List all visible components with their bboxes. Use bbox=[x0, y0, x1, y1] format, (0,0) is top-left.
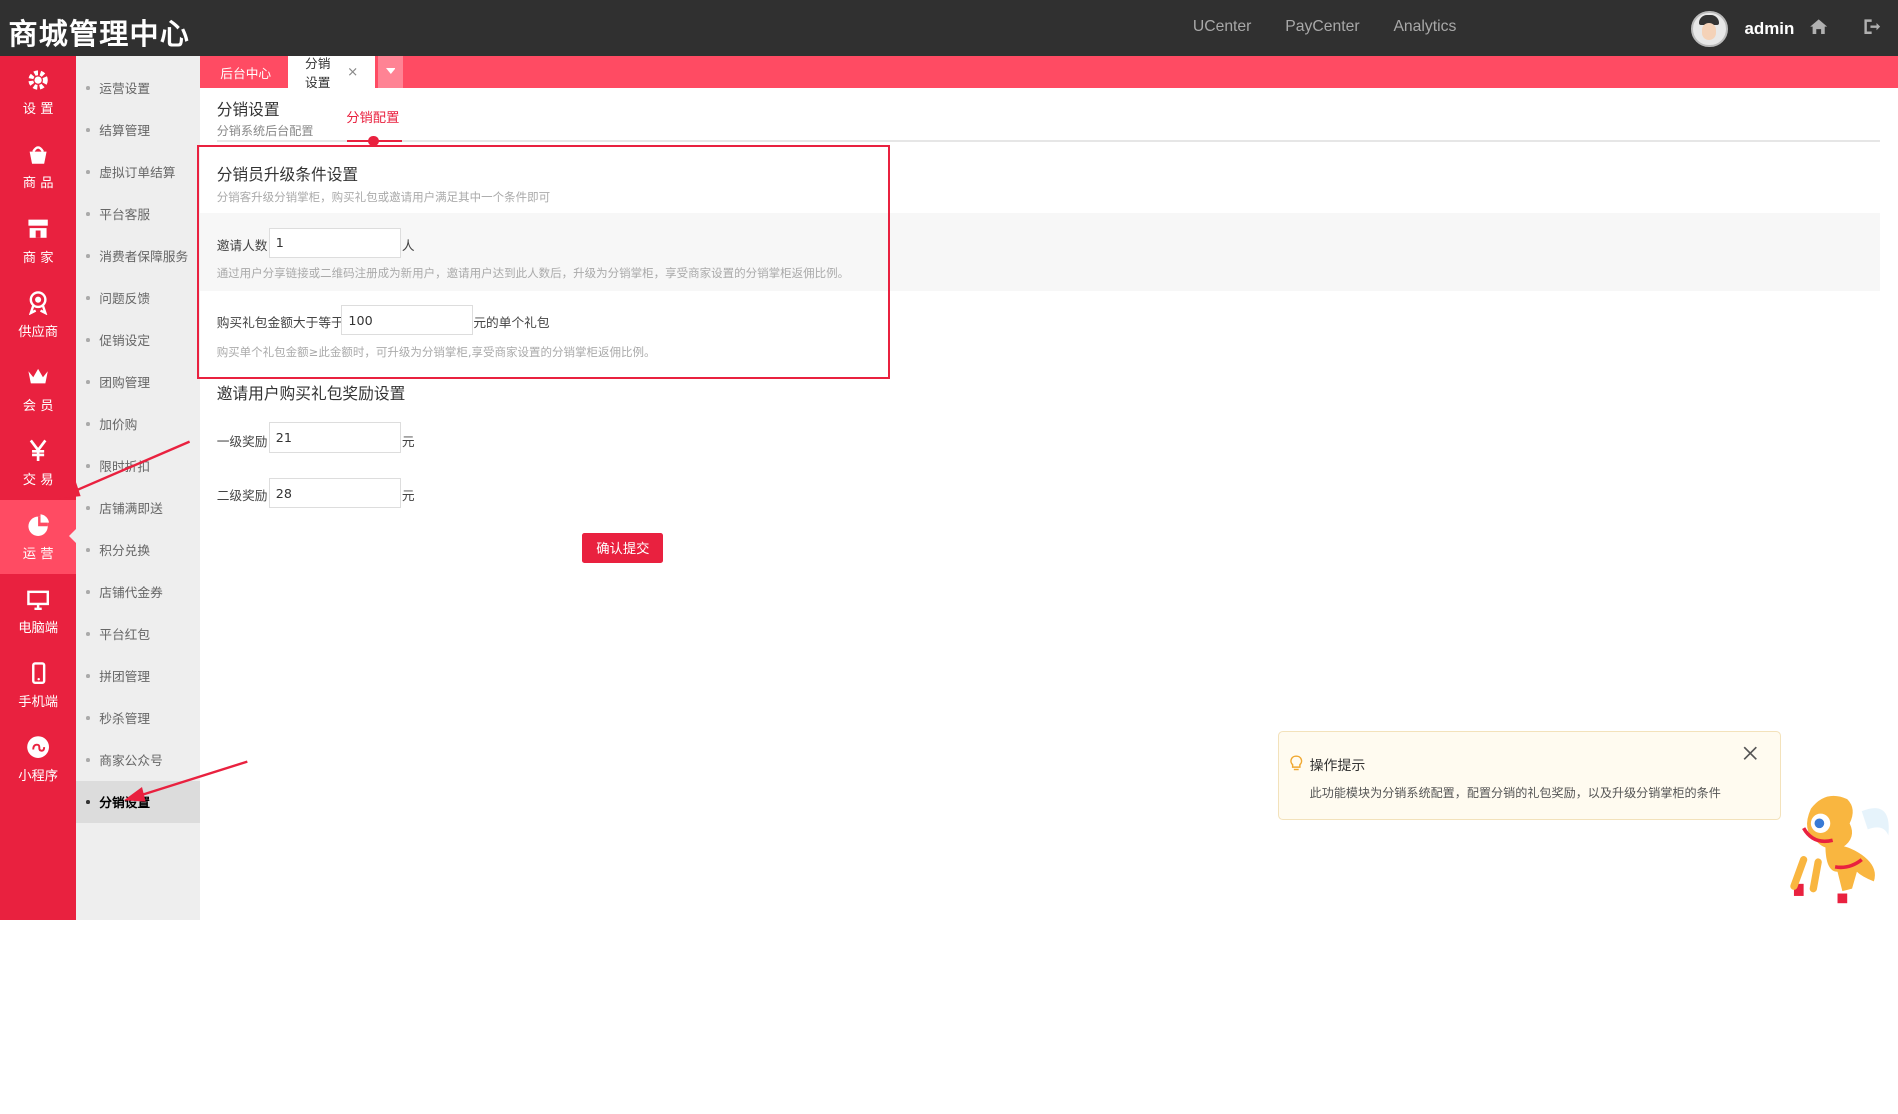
subnav-item[interactable]: 积分兑换 bbox=[76, 529, 199, 571]
mascot-illustration bbox=[1790, 795, 1889, 904]
tab-bar: 后台中心 分销设置 × bbox=[199, 55, 1898, 91]
nav-goods[interactable]: 商 品 bbox=[0, 130, 76, 204]
nav-members[interactable]: 会 员 bbox=[0, 352, 76, 426]
subnav-item[interactable]: 店铺代金券 bbox=[76, 571, 199, 613]
page-title: 分销设置 bbox=[216, 99, 280, 119]
nav-mobile[interactable]: 手机端 bbox=[0, 648, 76, 722]
nav-label: 商 家 bbox=[22, 250, 54, 266]
nav-settings[interactable]: 设 置 bbox=[0, 56, 76, 130]
level1-reward-unit: 元 bbox=[401, 433, 415, 449]
subnav-item[interactable]: 结算管理 bbox=[76, 109, 199, 151]
tab-distribution-config[interactable]: 分销配置 bbox=[346, 107, 399, 126]
avatar[interactable] bbox=[1691, 10, 1728, 48]
nav-label: 小程序 bbox=[18, 769, 59, 785]
subnav-item[interactable]: 团购管理 bbox=[76, 361, 199, 403]
subnav-item[interactable]: 促销设定 bbox=[76, 319, 199, 361]
level2-reward-input[interactable] bbox=[268, 478, 401, 509]
divider bbox=[216, 140, 1881, 142]
tip-text: 此功能模块为分销系统配置，配置分销的礼包奖励，以及升级分销掌柜的条件 bbox=[1309, 786, 1721, 801]
subnav-item[interactable]: 运营设置 bbox=[76, 67, 199, 109]
subnav-item[interactable]: 平台红包 bbox=[76, 613, 199, 655]
topnav-analytics[interactable]: Analytics bbox=[1393, 18, 1456, 36]
submit-button[interactable]: 确认提交 bbox=[582, 532, 664, 563]
app-logo-title: 商城管理中心 bbox=[8, 16, 191, 51]
page-header: 分销设置 分销系统后台配置 bbox=[217, 97, 314, 139]
nav-label: 设 置 bbox=[22, 102, 54, 118]
pie-chart-icon bbox=[28, 513, 50, 536]
level2-reward-label: 二级奖励 bbox=[216, 488, 268, 504]
topnav-paycenter[interactable]: PayCenter bbox=[1285, 18, 1359, 36]
subnav-item[interactable]: 问题反馈 bbox=[76, 277, 199, 319]
subnav-item[interactable]: 秒杀管理 bbox=[76, 697, 199, 739]
top-nav: UCenter PayCenter Analytics bbox=[1193, 18, 1456, 36]
top-bar: 商城管理中心 UCenter PayCenter Analytics admin bbox=[0, 0, 1898, 56]
subnav-item[interactable]: 消费者保障服务 bbox=[76, 235, 199, 277]
close-icon[interactable]: × bbox=[347, 65, 358, 80]
tab-home[interactable]: 后台中心 bbox=[203, 56, 288, 89]
medal-icon bbox=[29, 291, 48, 315]
shopping-bag-icon bbox=[29, 146, 47, 164]
yen-icon bbox=[29, 440, 47, 462]
level1-reward-input[interactable] bbox=[268, 422, 401, 453]
subnav-item[interactable]: 拼团管理 bbox=[76, 655, 199, 697]
annotation-highlight-box bbox=[197, 145, 890, 379]
mini-program-icon bbox=[27, 736, 50, 758]
reward-section-title: 邀请用户购买礼包奖励设置 bbox=[216, 384, 406, 404]
tab-label: 分销设置 bbox=[305, 56, 331, 91]
caret-down-icon bbox=[385, 68, 396, 75]
crown-icon bbox=[28, 369, 48, 384]
nav-merchants[interactable]: 商 家 bbox=[0, 204, 76, 278]
lightbulb-icon bbox=[1290, 755, 1303, 771]
phone-icon bbox=[32, 661, 46, 684]
tip-panel: 操作提示 此功能模块为分销系统配置，配置分销的礼包奖励，以及升级分销掌柜的条件 bbox=[1278, 731, 1781, 820]
level2-reward-unit: 元 bbox=[401, 488, 415, 504]
nav-pc[interactable]: 电脑端 bbox=[0, 574, 76, 648]
tab-more-button[interactable] bbox=[377, 55, 404, 89]
tip-title: 操作提示 bbox=[1309, 758, 1366, 775]
gear-icon bbox=[28, 70, 48, 90]
nav-label: 手机端 bbox=[18, 694, 59, 710]
home-icon[interactable] bbox=[1809, 17, 1828, 36]
store-icon bbox=[28, 219, 48, 239]
nav-label: 商 品 bbox=[22, 176, 54, 192]
nav-miniprogram[interactable]: 小程序 bbox=[0, 722, 76, 796]
nav-label: 电脑端 bbox=[18, 620, 59, 636]
user-menu[interactable]: admin bbox=[1691, 10, 1794, 48]
subnav-item[interactable]: 虚拟订单结算 bbox=[76, 151, 199, 193]
topnav-ucenter[interactable]: UCenter bbox=[1193, 18, 1252, 36]
nav-label: 会 员 bbox=[22, 398, 54, 414]
nav-label: 交 易 bbox=[22, 472, 54, 488]
annotation-arrow bbox=[59, 440, 191, 499]
annotation-arrow bbox=[123, 760, 248, 802]
nav-suppliers[interactable]: 供应商 bbox=[0, 278, 76, 352]
tab-current[interactable]: 分销设置 × bbox=[288, 55, 376, 91]
logout-icon[interactable] bbox=[1862, 17, 1881, 36]
level1-reward-label: 一级奖励 bbox=[216, 433, 268, 449]
page-subtitle: 分销系统后台配置 bbox=[216, 124, 314, 139]
monitor-icon bbox=[27, 590, 50, 610]
nav-label: 供应商 bbox=[18, 324, 59, 340]
nav-operations[interactable]: 运 营 bbox=[0, 500, 77, 575]
subnav-item[interactable]: 平台客服 bbox=[76, 193, 199, 235]
username[interactable]: admin bbox=[1744, 19, 1794, 39]
nav-label: 运 营 bbox=[22, 546, 54, 562]
close-icon[interactable] bbox=[1743, 746, 1758, 761]
